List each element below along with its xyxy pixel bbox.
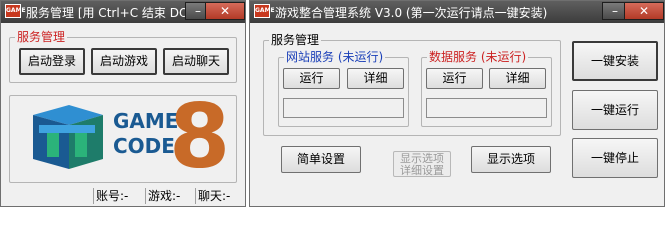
start-login-button[interactable]: 启动登录: [19, 48, 85, 75]
app-icon: GAME: [254, 4, 275, 18]
web-detail-button[interactable]: 详细: [347, 68, 404, 89]
logo-code-text: CODE: [113, 134, 175, 158]
one-click-stop-button[interactable]: 一键停止: [572, 138, 658, 178]
window-title: 服务管理 [用 Ctrl+C 结束 DO...: [26, 6, 186, 20]
status-bar: 账号:- 游戏:- 聊天:-: [1, 186, 245, 206]
one-click-run-button[interactable]: 一键运行: [572, 90, 658, 130]
simple-settings-button[interactable]: 简单设置: [281, 146, 361, 173]
app-icon: GAME: [5, 4, 26, 18]
title-bar[interactable]: GAME 服务管理 [用 Ctrl+C 结束 DO... – ✕: [1, 1, 245, 23]
db-status-field: [426, 98, 547, 118]
db-service-label: 数据服务 (未运行): [427, 50, 529, 64]
status-chat: 聊天:-: [195, 188, 244, 204]
title-bar[interactable]: GAME 游戏整合管理系统 V3.0 (第一次运行请点一键安装) – ✕: [250, 1, 664, 23]
game-integration-window: GAME 游戏整合管理系统 V3.0 (第一次运行请点一键安装) – ✕ 服务管…: [249, 0, 665, 207]
web-service-label: 网站服务 (未运行): [284, 50, 386, 64]
group-label: 服务管理: [269, 33, 322, 47]
close-button[interactable]: ✕: [624, 2, 664, 20]
logo-number: 8: [169, 85, 231, 188]
db-run-button[interactable]: 运行: [426, 68, 483, 89]
web-status-field: [283, 98, 404, 118]
status-account: 账号:-: [93, 188, 144, 204]
one-click-install-button[interactable]: 一键安装: [572, 41, 658, 81]
show-options-disabled-button: 显示选项 详细设置: [393, 151, 451, 177]
start-game-button[interactable]: 启动游戏: [91, 48, 157, 75]
status-game: 游戏:-: [145, 188, 196, 204]
window-title: 游戏整合管理系统 V3.0 (第一次运行请点一键安装): [275, 6, 548, 20]
service-manager-window: GAME 服务管理 [用 Ctrl+C 结束 DO... – ✕ 服务管理 启动…: [0, 0, 246, 207]
group-label: 服务管理: [15, 30, 68, 44]
game-code-logo-icon: [33, 105, 103, 169]
db-detail-button[interactable]: 详细: [489, 68, 546, 89]
show-options-button[interactable]: 显示选项: [471, 146, 551, 173]
web-run-button[interactable]: 运行: [283, 68, 340, 89]
start-chat-button[interactable]: 启动聊天: [163, 48, 229, 75]
close-button[interactable]: ✕: [205, 2, 245, 20]
